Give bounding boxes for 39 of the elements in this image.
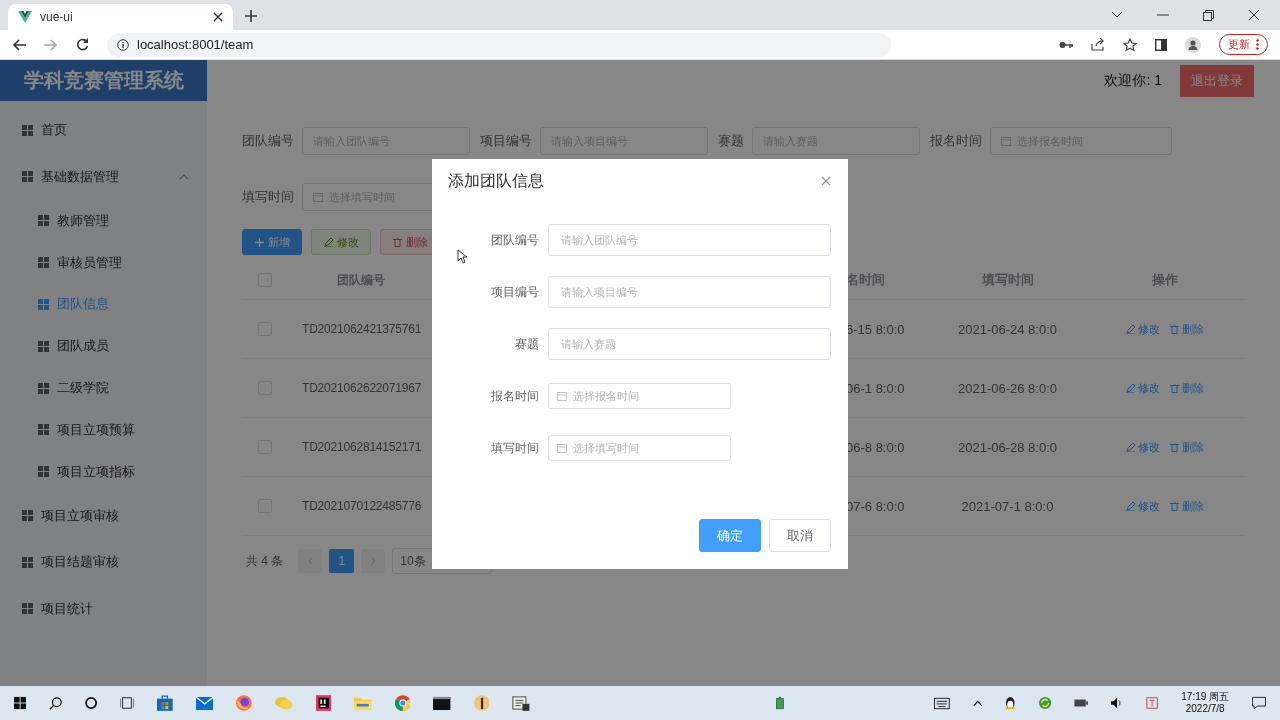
total-count: 共 4 条 bbox=[246, 552, 284, 570]
menu-label: 团队成员 bbox=[57, 337, 109, 356]
filter-label: 报名时间 bbox=[930, 132, 982, 150]
menu-label: 审核员管理 bbox=[57, 253, 122, 272]
table-cell-text: 2021-06-26 8:0:0 bbox=[957, 380, 1058, 396]
menu-label: 首页 bbox=[41, 121, 67, 140]
table-cell-text: TD2021062622071967 bbox=[301, 381, 423, 395]
form-label: 填写时间 bbox=[490, 439, 539, 457]
menu-label: 二级学院 bbox=[57, 379, 109, 398]
menu-label: 教师管理 bbox=[57, 211, 109, 230]
menu-label: 基础数据管理 bbox=[41, 167, 119, 186]
menu-label: 项目结题审核 bbox=[41, 553, 119, 572]
clock-date: 2022/7/8 bbox=[1185, 703, 1225, 715]
column-header: 填写时间 bbox=[980, 271, 1035, 289]
menu-label: 项目统计 bbox=[41, 599, 93, 618]
form-label: 项目编号 bbox=[490, 283, 539, 301]
menu-label: 项目立项预算 bbox=[57, 420, 135, 439]
welcome-text: 欢迎你: 1 bbox=[1104, 71, 1162, 90]
column-header: 操作 bbox=[1151, 271, 1179, 289]
table-cell-text: 2021-07-1 8:0:0 bbox=[960, 498, 1055, 514]
table-cell-text: 2021-06-24 8:0:0 bbox=[957, 321, 1058, 337]
table-cell-text: 2021-06-28 8:0:0 bbox=[957, 439, 1058, 455]
menu-label: 项目立项指标 bbox=[57, 462, 135, 481]
filter-label: 项目编号 bbox=[480, 132, 532, 150]
table-cell-text: TD2021062814152171 bbox=[301, 440, 423, 454]
app-logo: 学科竞赛管理系统 bbox=[0, 60, 207, 101]
clock-time: 17:19 周五 bbox=[1181, 691, 1230, 703]
form-label: 团队编号 bbox=[490, 231, 539, 249]
filter-label: 赛题 bbox=[718, 132, 744, 150]
table-cell-text: TD2021070122485776 bbox=[301, 499, 423, 513]
menu-label: 项目立项审核 bbox=[41, 506, 119, 525]
tab-title: vue-ui bbox=[40, 10, 74, 24]
table-cell-text: TD2021062421375761 bbox=[301, 322, 423, 336]
filter-label: 团队编号 bbox=[242, 132, 294, 150]
column-header: 团队编号 bbox=[336, 271, 386, 289]
menu-label: 团队信息 bbox=[57, 295, 109, 314]
form-label: 报名时间 bbox=[490, 387, 539, 405]
filter-label: 填写时间 bbox=[242, 188, 294, 206]
form-label: 赛题 bbox=[514, 335, 539, 353]
